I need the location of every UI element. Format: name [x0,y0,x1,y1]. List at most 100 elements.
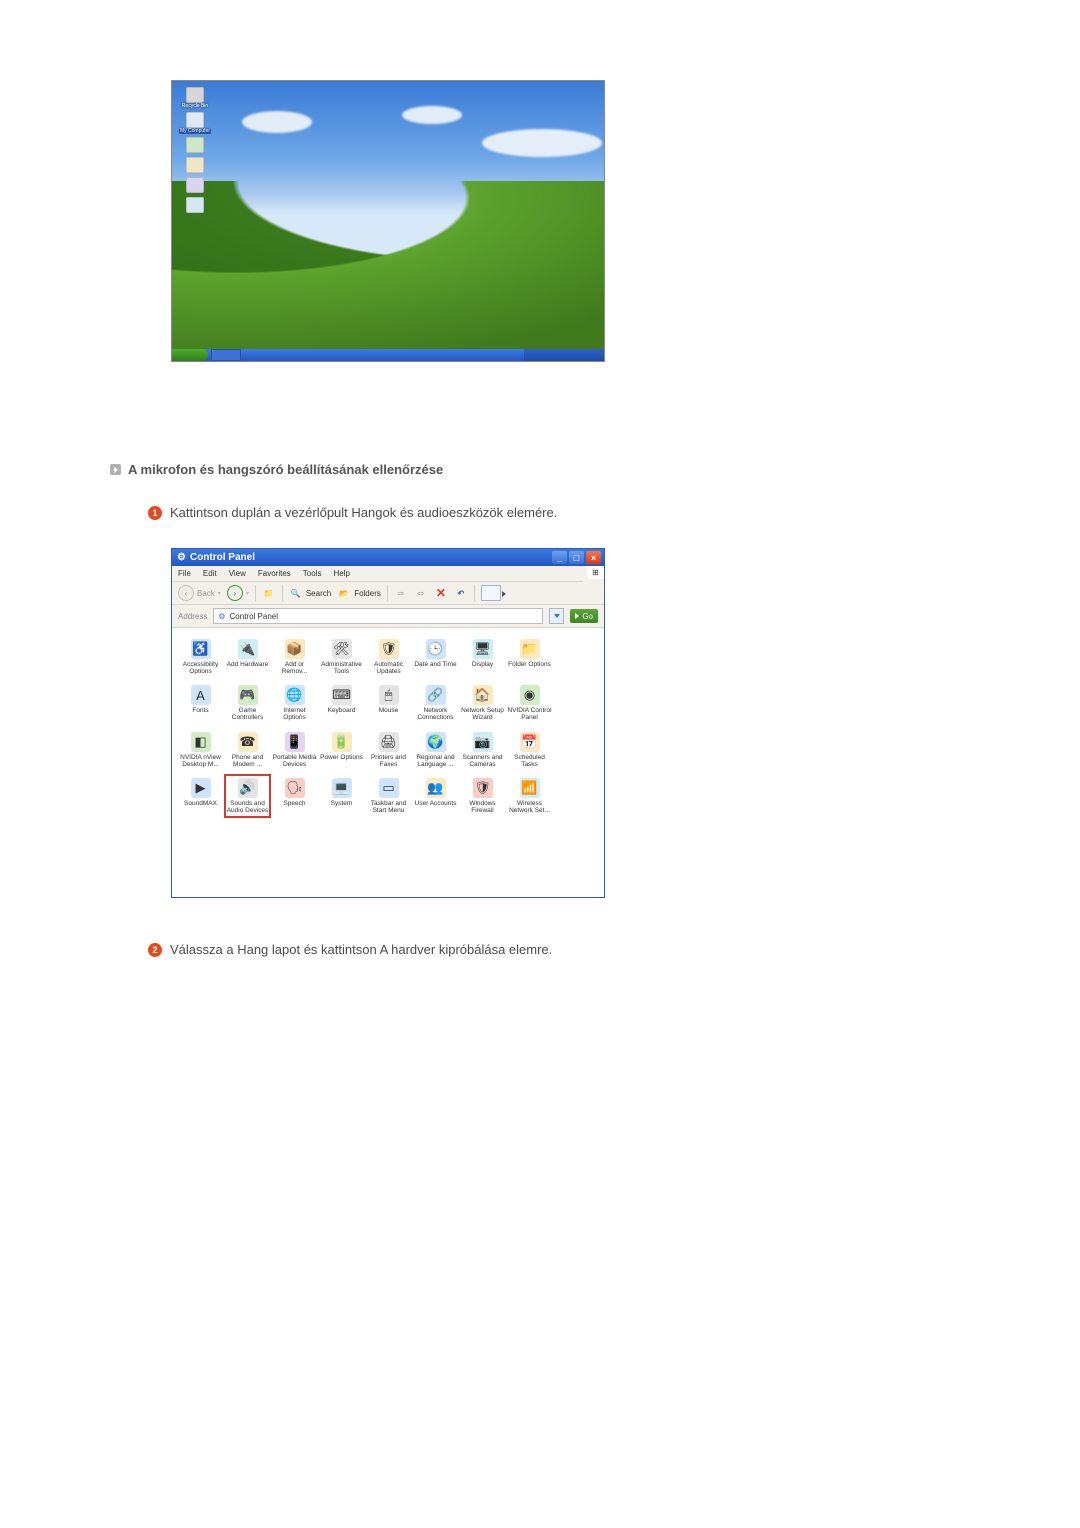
cp-item-label: Regional and Language ... [413,754,458,768]
address-bar: Address ⚙ Control Panel Go [172,605,604,628]
folders-button[interactable]: 📂 Folders [337,586,381,600]
recycle-bin-icon [186,87,204,103]
cp-item-label: Administrative Tools [319,661,364,675]
cp-item-folder-options[interactable]: 📁Folder Options [507,636,552,678]
cp-item-soundmax[interactable]: ▶SoundMAX [178,775,223,817]
desktop-icon[interactable] [178,157,212,174]
toolbar-separator [255,585,256,601]
back-icon: ‹ [178,585,194,601]
cp-item-mouse[interactable]: 🖱Mouse [366,682,411,724]
undo-icon[interactable]: ↶ [454,586,468,600]
cp-item-internet-options[interactable]: 🌐Internet Options [272,682,317,724]
up-folder-icon: 📁 [262,586,276,600]
menu-tools[interactable]: Tools [303,569,322,578]
desktop-icon-recycle-bin[interactable]: Recycle Bin [178,87,212,109]
cp-item-date-and-time[interactable]: 🕒Date and Time [413,636,458,678]
generic-icon [186,177,204,193]
cp-item-taskbar-and-start-menu[interactable]: ▭ Taskbar and Start Menu [366,775,411,817]
step-2-text: Válassza a Hang lapot és kattintson A ha… [170,942,552,957]
cp-item-label: Taskbar and Start Menu [366,800,411,814]
cp-item-label: Date and Time [414,661,456,675]
cp-item-regional-and-language[interactable]: 🌍Regional and Language ... [413,729,458,771]
go-button[interactable]: Go [570,609,598,623]
address-value: Control Panel [230,612,278,621]
forward-icon: › [227,585,243,601]
cp-item-network-connections[interactable]: 🔗Network Connections [413,682,458,724]
cp-item-fonts[interactable]: AFonts [178,682,223,724]
cp-item-icon: ◉ [520,685,540,705]
address-field[interactable]: ⚙ Control Panel [213,608,543,624]
cp-item-portable-media-devices[interactable]: 📱Portable Media Devices [272,729,317,771]
generic-icon [186,197,204,213]
address-dropdown-button[interactable] [549,608,564,624]
menu-favorites[interactable]: Favorites [258,569,291,578]
toolbar-separator [474,585,475,601]
cp-item-label: Scheduled Tasks [507,754,552,768]
cp-item-scanners-and-cameras[interactable]: 📷Scanners and Cameras [460,729,505,771]
cp-item-label: Wireless Network Set... [507,800,552,814]
start-button[interactable] [172,349,208,361]
system-tray[interactable] [524,349,604,361]
desktop-icon[interactable] [178,197,212,214]
up-button[interactable]: 📁 [262,586,276,600]
section-heading-text: A mikrofon és hangszóró beállításának el… [128,462,443,477]
control-panel-icon: ⚙ [177,552,186,563]
desktop-icon[interactable] [178,177,212,194]
taskbar-task[interactable] [211,349,241,361]
cp-item-label: Add or Remov... [272,661,317,675]
toolbar-separator [387,585,388,601]
cp-item-nvidia-control-panel[interactable]: ◉NVIDIA Control Panel [507,682,552,724]
close-button[interactable]: × [586,551,601,564]
generic-icon [186,137,204,153]
cp-item-icon: ♿ [191,639,211,659]
cp-item-phone-and-modem[interactable]: ☎Phone and Modem ... [225,729,270,771]
move-to-icon[interactable]: ⇨ [394,586,408,600]
cp-item-label: Add Hardware [227,661,269,675]
desktop-icon[interactable] [178,137,212,154]
cp-item-network-setup-wizard[interactable]: 🏠Network Setup Wizard [460,682,505,724]
minimize-button[interactable]: _ [552,551,567,564]
cp-item-accessibility-options[interactable]: ♿Accessibility Options [178,636,223,678]
desktop-icon-my-computer[interactable]: My Computer [178,112,212,134]
cp-item-add-hardware[interactable]: 🔌Add Hardware [225,636,270,678]
cp-item-automatic-updates[interactable]: 🛡Automatic Updates [366,636,411,678]
cp-item-icon: ▭ [379,778,399,798]
cp-item-speech[interactable]: 🗣Speech [272,775,317,817]
cp-item-administrative-tools[interactable]: 🛠Administrative Tools [319,636,364,678]
views-button[interactable] [481,585,501,601]
delete-icon[interactable]: ✕ [434,586,448,600]
cp-item-sounds-and-audio-devices[interactable]: 🔊Sounds and Audio Devices [225,775,270,817]
search-button[interactable]: 🔍 Search [289,586,331,600]
cp-item-display[interactable]: 🖥Display [460,636,505,678]
menu-file[interactable]: File [178,569,191,578]
cp-item-scheduled-tasks[interactable]: 📅Scheduled Tasks [507,729,552,771]
maximize-button[interactable]: □ [569,551,584,564]
step-2: 2 Válassza a Hang lapot és kattintson A … [148,942,1080,957]
cp-item-wireless-network-set[interactable]: 📶Wireless Network Set... [507,775,552,817]
cp-item-user-accounts[interactable]: 👥User Accounts [413,775,458,817]
cp-item-windows-firewall[interactable]: 🛡Windows Firewall [460,775,505,817]
forward-button[interactable]: › ▾ [227,585,249,601]
menu-bar: File Edit View Favorites Tools Help [172,566,583,582]
menu-edit[interactable]: Edit [203,569,217,578]
cp-item-label: Keyboard [328,707,356,721]
cp-item-add-or-remov[interactable]: 📦Add or Remov... [272,636,317,678]
cp-item-nvidia-nview-desktop-m[interactable]: ◧NVIDIA nView Desktop M... [178,729,223,771]
cp-item-icon: 🔋 [332,732,352,752]
cp-item-label: Fonts [192,707,208,721]
cp-item-label: Speech [283,800,305,814]
cp-item-game-controllers[interactable]: 🎮Game Controllers [225,682,270,724]
cp-item-label: Game Controllers [225,707,270,721]
back-button[interactable]: ‹ Back ▾ [178,585,221,601]
menu-view[interactable]: View [229,569,246,578]
window-title: Control Panel [190,552,255,563]
cp-item-printers-and-faxes[interactable]: 🖨Printers and Faxes [366,729,411,771]
address-label: Address [178,612,207,621]
cp-item-power-options[interactable]: 🔋Power Options [319,729,364,771]
cp-item-keyboard[interactable]: ⌨Keyboard [319,682,364,724]
copy-to-icon[interactable]: ⇨ [414,586,428,600]
cp-item-system[interactable]: 💻System [319,775,364,817]
desktop-icon-label: My Computer [179,129,211,134]
window-titlebar[interactable]: ⚙ Control Panel _ □ × [172,549,604,566]
menu-help[interactable]: Help [333,569,349,578]
